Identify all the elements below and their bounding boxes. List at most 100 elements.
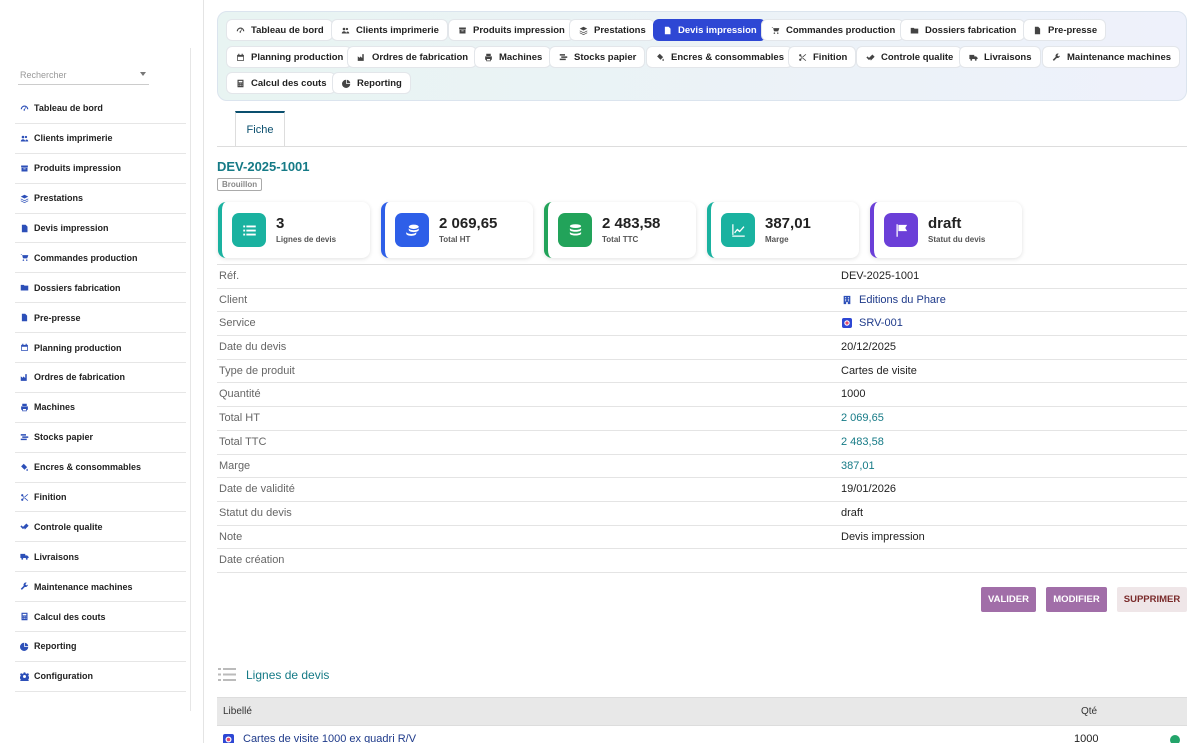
tab-devis-impression[interactable]: Devis impression	[653, 19, 766, 41]
sidebar-item-finition[interactable]: Finition	[15, 483, 186, 513]
sidebar-item-devis-impression[interactable]: Devis impression	[15, 214, 186, 244]
sidebar-item-livraisons[interactable]: Livraisons	[15, 542, 186, 573]
fill-icon	[655, 52, 666, 62]
chevron-down-icon[interactable]	[140, 72, 146, 76]
delete-button[interactable]: SUPPRIMER	[1117, 587, 1187, 612]
sidebar-item-clients-imprimerie[interactable]: Clients imprimerie	[15, 124, 186, 154]
field-label: Date du devis	[219, 341, 287, 354]
sidebar-search-select[interactable]: Rechercher	[18, 67, 149, 85]
field-value-text: 20/12/2025	[841, 341, 897, 354]
sidebar-item-calcul-des-couts[interactable]: Calcul des couts	[15, 602, 186, 633]
field-value: 20/12/2025	[841, 341, 896, 353]
modify-button[interactable]: MODIFIER	[1046, 587, 1107, 612]
sidebar-item-ordres-de-fabrication[interactable]: Ordres de fabrication	[15, 363, 186, 393]
tab-produits-impression[interactable]: Produits impression	[448, 19, 574, 41]
tab-clients-imprimerie[interactable]: Clients imprimerie	[331, 19, 448, 41]
field-label: Réf.	[219, 270, 240, 282]
table-row[interactable]: Cartes de visite 1000 ex quadri R/V 1000	[217, 727, 1187, 743]
column-header-label[interactable]: Libellé	[223, 706, 252, 717]
sidebar-item-label: Livraisons	[34, 551, 80, 562]
tab-fiche[interactable]: Fiche	[235, 111, 285, 147]
check-double-icon	[19, 522, 29, 532]
tab-label: Calcul des couts	[251, 77, 327, 89]
service-icon	[841, 318, 853, 329]
tab-label: Maintenance machines	[1067, 51, 1172, 63]
field-value: Cartes de visite	[841, 365, 917, 377]
field-value-text: 1000	[841, 388, 866, 401]
sidebar-item-stocks-papier[interactable]: Stocks papier	[15, 423, 186, 453]
stat-card: 2 069,65 Total HT	[381, 202, 533, 258]
tab-livraisons[interactable]: Livraisons	[959, 46, 1041, 68]
field-label: Marge	[219, 459, 251, 472]
sidebar-item-tableau-de-bord[interactable]: Tableau de bord	[15, 94, 186, 124]
field-value-text: 387,01	[841, 459, 875, 472]
sidebar-item-label: Dossiers fabrication	[34, 282, 121, 293]
field-value: 19/01/2026	[841, 483, 896, 495]
field-row: Date création	[217, 549, 1187, 573]
tab-ordres-de-fabrication[interactable]: Ordres de fabrication	[347, 46, 478, 68]
tab-encres-consommables[interactable]: Encres & consommables	[646, 46, 793, 68]
field-label: Type de produit	[219, 364, 295, 377]
file-icon	[19, 223, 29, 233]
tab-label: Prestations	[594, 24, 646, 36]
sidebar-item-maintenance-machines[interactable]: Maintenance machines	[15, 572, 186, 603]
box-icon	[19, 163, 29, 173]
tab-commandes-production[interactable]: Commandes production	[761, 19, 905, 41]
file-alt-icon	[1032, 25, 1043, 35]
tab-calcul-des-couts[interactable]: Calcul des couts	[226, 72, 336, 94]
record-fields: Réf. DEV-2025-1001 Client Editions du Phare…	[217, 264, 1187, 573]
sidebar-item-machines[interactable]: Machines	[15, 393, 186, 423]
stock-icon	[558, 52, 569, 62]
sidebar-item-reporting[interactable]: Reporting	[15, 632, 186, 662]
tab-prestations[interactable]: Prestations	[569, 19, 655, 41]
sidebar-item-configuration[interactable]: Configuration	[15, 662, 186, 692]
tab-planning-production[interactable]: Planning production	[226, 46, 353, 68]
tab-label: Livraisons	[984, 51, 1032, 63]
sidebar-item-produits-impression[interactable]: Produits impression	[15, 154, 186, 184]
tab-reporting[interactable]: Reporting	[332, 72, 411, 94]
sidebar-item-dossiers-fabrication[interactable]: Dossiers fabrication	[15, 273, 186, 304]
field-row: Note Devis impression	[217, 526, 1187, 550]
sidebar-item-encres-consommables[interactable]: Encres & consommables	[15, 453, 186, 483]
field-row: Statut du devis draft	[217, 502, 1187, 526]
tab-tableau-de-bord[interactable]: Tableau de bord	[226, 19, 333, 41]
users-icon	[340, 25, 351, 35]
tab-controle-qualite[interactable]: Controle qualite	[856, 46, 963, 68]
field-value-text: 2 069,65	[841, 412, 884, 425]
calendar-icon	[235, 52, 246, 62]
sidebar-item-label: Clients imprimerie	[34, 133, 113, 144]
tab-finition[interactable]: Finition	[788, 46, 857, 68]
sidebar-item-commandes-production[interactable]: Commandes production	[15, 243, 186, 274]
field-value-text[interactable]: SRV-001	[859, 317, 903, 329]
sidebar-item-label: Controle qualite	[34, 521, 103, 532]
gauge-icon	[19, 103, 29, 113]
field-value-text[interactable]: Editions du Phare	[859, 294, 946, 306]
field-label: Client	[219, 293, 248, 306]
tab-dossiers-fabrication[interactable]: Dossiers fabrication	[900, 19, 1026, 41]
tab-pre-presse[interactable]: Pre-presse	[1023, 19, 1107, 41]
file-alt-icon	[19, 313, 29, 323]
check-double-icon	[865, 52, 876, 62]
sidebar-item-label: Machines	[34, 402, 76, 413]
field-row: Total HT 2 069,65	[217, 407, 1187, 431]
column-header-qty[interactable]: Qté	[1081, 706, 1097, 717]
sidebar-item-controle-qualite[interactable]: Controle qualite	[15, 512, 186, 543]
tab-machines[interactable]: Machines	[474, 46, 552, 68]
sidebar-item-pre-presse[interactable]: Pre-presse	[15, 303, 186, 334]
line-label-link[interactable]: Cartes de visite 1000 ex quadri R/V	[243, 733, 416, 743]
field-value: 387,01	[841, 460, 875, 472]
tab-stocks-papier[interactable]: Stocks papier	[549, 46, 646, 68]
chart-line-icon	[721, 213, 755, 247]
stock-icon	[19, 432, 29, 442]
stat-label: Total HT	[439, 235, 471, 244]
field-value-link[interactable]: SRV-001	[841, 317, 903, 329]
field-row: Réf. DEV-2025-1001	[217, 265, 1187, 289]
sidebar-item-planning-production[interactable]: Planning production	[15, 333, 186, 364]
sidebar-item-prestations[interactable]: Prestations	[15, 184, 186, 214]
tab-label: Encres & consommables	[671, 51, 784, 63]
sidebar-item-label: Reporting	[34, 641, 77, 652]
sidebar-item-label: Configuration	[34, 671, 93, 682]
tab-maintenance-machines[interactable]: Maintenance machines	[1042, 46, 1181, 68]
field-value-link[interactable]: Editions du Phare	[841, 294, 946, 306]
validate-button[interactable]: VALIDER	[981, 587, 1036, 612]
